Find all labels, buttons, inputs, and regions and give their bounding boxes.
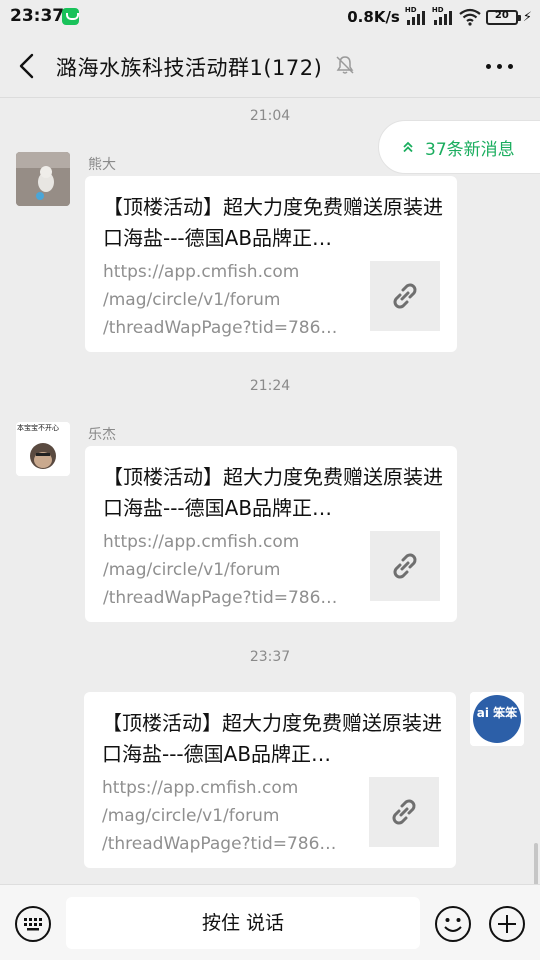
message-list[interactable]: 21:04 熊大 【顶楼活动】超大力度免费赠送原装进口海盐---德国AB品牌正…… xyxy=(0,98,540,960)
avatar-caption: 本宝宝不开心 xyxy=(17,424,59,432)
hold-to-talk-button[interactable]: 按住 说话 xyxy=(66,897,420,949)
network-speed: 0.8K/s xyxy=(347,8,400,26)
link-url: https://app.cmfish.com /mag/circle/v1/fo… xyxy=(103,262,338,338)
status-bar: 23:37 0.8K/s HD HD 20 ⚡ xyxy=(0,0,540,34)
charging-icon: ⚡ xyxy=(522,9,532,25)
wifi-icon xyxy=(459,8,481,26)
message-timestamp: 23:37 xyxy=(249,649,291,665)
chat-title[interactable]: 潞海水族科技活动群1(172) xyxy=(56,52,322,82)
chat-header: 潞海水族科技活动群1(172) xyxy=(0,34,540,98)
sender-name: 熊大 xyxy=(88,157,116,173)
link-card-message[interactable]: 【顶楼活动】超大力度免费赠送原装进口海盐---德国AB品牌正… https://… xyxy=(85,446,457,622)
avatar[interactable] xyxy=(16,152,70,206)
link-title: 【顶楼活动】超大力度免费赠送原装进口海盐---德国AB品牌正… xyxy=(102,711,442,766)
avatar-photo xyxy=(16,152,70,206)
link-card-message[interactable]: 【顶楼活动】超大力度免费赠送原装进口海盐---德国AB品牌正… https://… xyxy=(85,176,457,352)
new-messages-button[interactable]: 37条新消息 xyxy=(378,120,540,174)
notification-badge-icon xyxy=(62,8,79,25)
link-icon xyxy=(393,283,417,309)
link-thumbnail xyxy=(369,777,439,847)
input-bar: 按住 说话 xyxy=(0,884,540,960)
more-options-button[interactable] xyxy=(484,56,516,76)
link-card-message[interactable]: 【顶楼活动】超大力度免费赠送原装进口海盐---德国AB品牌正… https://… xyxy=(84,692,456,868)
keyboard-icon[interactable] xyxy=(14,905,52,943)
sender-name: 乐杰 xyxy=(88,427,116,443)
message-timestamp: 21:24 xyxy=(249,378,291,394)
plus-icon[interactable] xyxy=(488,905,526,943)
link-title: 【顶楼活动】超大力度免费赠送原装进口海盐---德国AB品牌正… xyxy=(103,195,443,250)
link-title: 【顶楼活动】超大力度免费赠送原装进口海盐---德国AB品牌正… xyxy=(103,465,443,520)
battery-level: 20 xyxy=(494,9,509,21)
link-url: https://app.cmfish.com /mag/circle/v1/fo… xyxy=(102,778,337,854)
double-chevron-up-icon xyxy=(403,141,413,153)
signal-icon: HD xyxy=(405,6,427,26)
mute-icon xyxy=(336,56,354,74)
link-thumbnail xyxy=(370,531,440,601)
avatar[interactable]: ai 笨笨 xyxy=(470,692,524,746)
battery-icon: 20 xyxy=(485,9,521,25)
link-url: https://app.cmfish.com /mag/circle/v1/fo… xyxy=(103,532,338,608)
link-thumbnail xyxy=(370,261,440,331)
link-icon xyxy=(393,553,417,579)
link-icon xyxy=(392,799,416,825)
avatar-caption: ai 笨笨 xyxy=(476,706,518,720)
back-icon[interactable] xyxy=(16,52,40,80)
status-indicators: 0.8K/s HD HD 20 ⚡ xyxy=(347,6,532,27)
signal-icon: HD xyxy=(432,6,454,26)
emoji-icon[interactable] xyxy=(434,905,472,943)
status-time: 23:37 xyxy=(10,6,65,26)
new-messages-label: 37条新消息 xyxy=(425,139,515,160)
avatar[interactable]: 本宝宝不开心 xyxy=(16,422,70,476)
